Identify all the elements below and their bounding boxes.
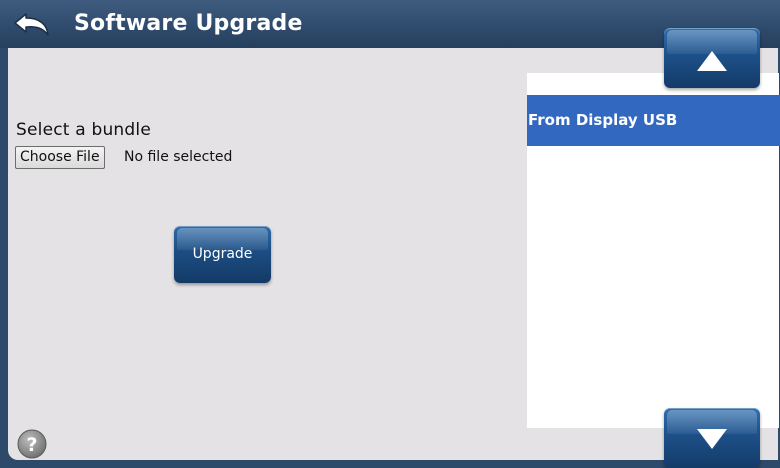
source-list: From Display USB (527, 73, 780, 428)
file-status-text: No file selected (124, 149, 233, 165)
svg-text:?: ? (26, 434, 37, 456)
triangle-up-icon (697, 51, 727, 71)
choose-file-button[interactable]: Choose File (15, 146, 105, 169)
back-arrow-icon (14, 13, 49, 36)
scroll-down-button[interactable] (664, 408, 760, 468)
help-icon: ? (17, 429, 47, 459)
select-bundle-label: Select a bundle (16, 120, 151, 140)
upgrade-button[interactable]: Upgrade (174, 226, 271, 283)
title-bar: Software Upgrade (0, 0, 780, 48)
triangle-down-icon (697, 429, 727, 449)
list-item-from-display-usb[interactable]: From Display USB (527, 95, 780, 146)
upgrade-button-label: Upgrade (192, 246, 253, 262)
help-button[interactable]: ? (16, 428, 48, 460)
scroll-up-button[interactable] (664, 28, 760, 88)
page-title: Software Upgrade (74, 11, 303, 36)
back-button[interactable] (12, 10, 62, 40)
